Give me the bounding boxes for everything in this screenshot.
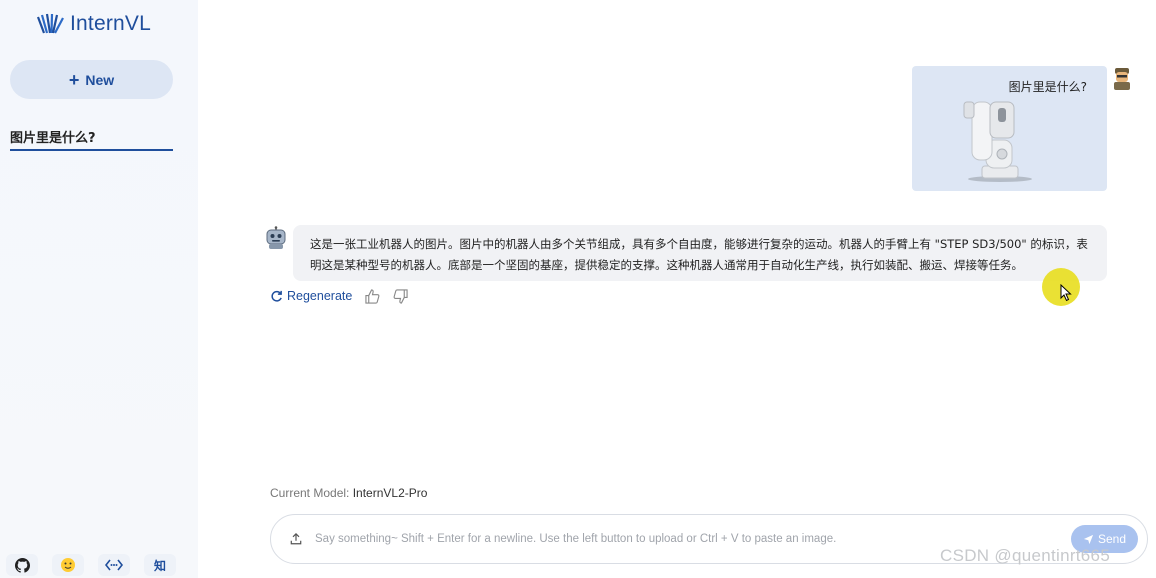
refresh-icon — [271, 290, 282, 302]
send-label: Send — [1097, 532, 1127, 546]
watermark: CSDN @quentinrt665 — [940, 546, 1111, 565]
internvl-logo-icon — [36, 13, 64, 34]
new-chat-button[interactable]: + New — [10, 60, 173, 99]
uploaded-image[interactable] — [960, 96, 1040, 184]
plus-icon: + — [68, 69, 80, 90]
user-message-text: 图片里是什么? — [1008, 80, 1087, 94]
bot-message-bubble: 这是一张工业机器人的图片。图片中的机器人由多个关节组成，具有多个自由度，能够进行… — [293, 225, 1107, 281]
github-icon[interactable] — [6, 554, 38, 576]
logo-text: InternVL — [70, 12, 151, 35]
user-avatar — [1114, 68, 1130, 90]
zhihu-icon[interactable]: 知 — [144, 554, 176, 576]
history-item[interactable]: 图片里是什么? — [10, 125, 173, 151]
thumbs-down-icon[interactable] — [392, 288, 408, 304]
upload-icon[interactable] — [287, 530, 305, 548]
chat-area: 图片里是什么? 这是一张工业机器人的图片。图片中的机器人由多个关节组成，具有多个… — [198, 0, 1156, 578]
current-model-value: InternVL2-Pro — [352, 486, 428, 500]
bot-avatar — [266, 226, 286, 249]
new-chat-label: New — [85, 71, 115, 88]
user-message-bubble: 图片里是什么? — [912, 66, 1107, 191]
regenerate-button[interactable]: Regenerate — [270, 289, 352, 303]
current-model: Current Model: InternVL2-Pro — [270, 486, 427, 500]
huggingface-icon[interactable] — [52, 554, 84, 576]
logo[interactable]: InternVL — [36, 12, 151, 36]
send-icon — [1083, 534, 1094, 544]
sidebar: InternVL + New 图片里是什么? 知 — [0, 0, 198, 578]
message-actions: Regenerate — [270, 288, 408, 304]
current-model-label: Current Model: — [270, 486, 350, 500]
thumbs-up-icon[interactable] — [364, 288, 380, 304]
api-icon[interactable] — [98, 554, 130, 576]
mouse-cursor-icon — [1060, 284, 1072, 302]
regenerate-label: Regenerate — [287, 289, 353, 303]
